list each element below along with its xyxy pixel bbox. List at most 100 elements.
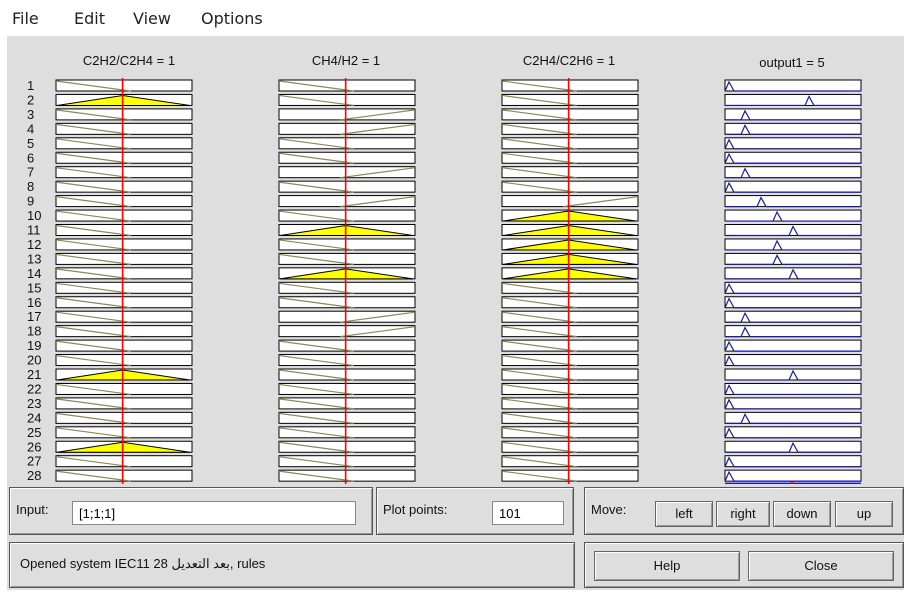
- move-left-button[interactable]: left: [655, 501, 713, 527]
- rule-box: [55, 339, 193, 352]
- rule-box: [724, 382, 862, 395]
- rule-number: 4: [27, 121, 34, 136]
- rule-box: [724, 137, 862, 150]
- rule-box: [278, 166, 416, 179]
- rule-number: 10: [27, 208, 41, 223]
- plot-points-panel: Plot points: 101: [376, 487, 574, 535]
- rule-box: [501, 354, 639, 367]
- rule-box: [501, 469, 639, 482]
- move-down-button[interactable]: down: [773, 501, 831, 527]
- move-up-button[interactable]: up: [835, 501, 893, 527]
- rule-box: [278, 310, 416, 323]
- rule-box: [55, 426, 193, 439]
- window-bottom-edge: [0, 590, 904, 597]
- rule-box: [55, 455, 193, 468]
- rule-number: 24: [27, 410, 41, 425]
- rule-box: [278, 397, 416, 410]
- menu-bar: File Edit View Options: [0, 0, 904, 36]
- rule-number: 9: [27, 194, 34, 209]
- rule-box: [724, 426, 862, 439]
- rule-box: [501, 180, 639, 193]
- rule-box: [501, 339, 639, 352]
- rule-number: 21: [27, 367, 41, 382]
- rule-number: 27: [27, 454, 41, 469]
- rule-box: [278, 455, 416, 468]
- rule-box: [724, 195, 862, 208]
- rule-number: 22: [27, 381, 41, 396]
- rule-box: [55, 281, 193, 294]
- action-panel: Help Close: [584, 542, 904, 588]
- rule-box: [278, 238, 416, 251]
- menu-file[interactable]: File: [12, 9, 39, 28]
- rule-box: [501, 325, 639, 338]
- rule-box: [55, 151, 193, 164]
- rule-box: [501, 368, 639, 381]
- rule-number: 1: [27, 78, 34, 93]
- rule-box: [501, 281, 639, 294]
- input-panel: Input: [1;1;1]: [9, 487, 373, 535]
- rule-box: [501, 79, 639, 92]
- rule-box: [501, 122, 639, 135]
- rule-number: 16: [27, 295, 41, 310]
- rule-box: [501, 397, 639, 410]
- rule-box: [55, 411, 193, 424]
- move-label: Move:: [591, 502, 627, 517]
- rule-box: [55, 166, 193, 179]
- rule-number: 14: [27, 266, 41, 281]
- rule-number: 15: [27, 280, 41, 295]
- rule-box: [501, 296, 639, 309]
- rule-box: [501, 455, 639, 468]
- rule-number: 7: [27, 165, 34, 180]
- rule-number: 11: [27, 223, 41, 238]
- move-panel: Move: left right down up: [584, 487, 904, 535]
- rule-box: [724, 339, 862, 352]
- rule-box: [724, 397, 862, 410]
- rule-box: [55, 469, 193, 482]
- close-button[interactable]: Close: [748, 551, 894, 581]
- rule-box: [278, 426, 416, 439]
- rule-box: [278, 151, 416, 164]
- rule-box: [278, 469, 416, 482]
- rule-box: [501, 382, 639, 395]
- rule-box: [724, 252, 862, 265]
- rule-box: [55, 122, 193, 135]
- rule-box: [724, 469, 862, 482]
- plot-points-field[interactable]: 101: [492, 501, 564, 525]
- rule-number: 20: [27, 353, 41, 368]
- input-field[interactable]: [1;1;1]: [72, 501, 356, 525]
- rule-box: [55, 325, 193, 338]
- rule-box: [501, 166, 639, 179]
- rule-box: [55, 267, 193, 280]
- help-button[interactable]: Help: [594, 551, 740, 581]
- rule-plot[interactable]: 1234567891011121314151617181920212223242…: [7, 36, 904, 484]
- rule-box: [278, 180, 416, 193]
- rule-box: [501, 426, 639, 439]
- rule-box: [278, 296, 416, 309]
- rule-number: 28: [27, 468, 41, 483]
- rule-box: [501, 411, 639, 424]
- rule-box: [55, 224, 193, 236]
- rule-box: [278, 339, 416, 352]
- rule-box: [501, 108, 639, 121]
- menu-options[interactable]: Options: [201, 9, 263, 28]
- plot-points-label: Plot points:: [383, 502, 448, 517]
- rule-box: [55, 354, 193, 367]
- rule-box: [55, 238, 193, 251]
- rule-number: 26: [27, 439, 41, 454]
- move-right-button[interactable]: right: [716, 501, 770, 527]
- rule-number: 8: [27, 179, 34, 194]
- rule-number: 3: [27, 107, 34, 122]
- rule-box: [724, 296, 862, 309]
- rule-box: [724, 151, 862, 164]
- rule-box: [724, 455, 862, 468]
- rule-box: [278, 79, 416, 92]
- rule-box: [55, 180, 193, 193]
- status-panel: Opened system IEC11 28 بعد التعديل, rule…: [9, 542, 575, 588]
- menu-edit[interactable]: Edit: [74, 9, 105, 28]
- rule-box: [501, 93, 639, 106]
- rule-box: [501, 137, 639, 150]
- rule-number: 13: [27, 251, 41, 266]
- rule-box: [278, 137, 416, 150]
- rule-box: [278, 354, 416, 367]
- menu-view[interactable]: View: [133, 9, 171, 28]
